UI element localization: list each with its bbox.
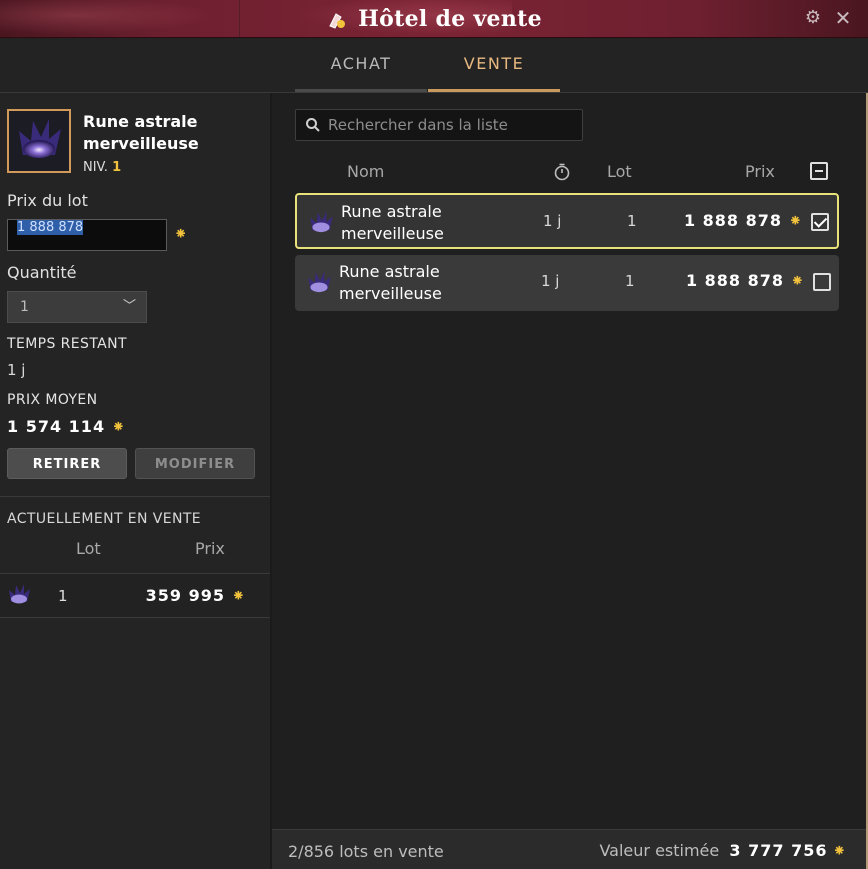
price-input-value[interactable]: 1 888 878 — [17, 220, 84, 235]
time-left-label: TEMPS RESTANT — [7, 336, 127, 352]
listing-checkbox[interactable] — [813, 273, 831, 291]
listing-row[interactable]: Rune astrale merveilleuse 1 j 1 1 888 87… — [295, 255, 839, 311]
tab-vente[interactable]: VENTE — [428, 38, 560, 92]
time-left-value: 1 j — [7, 361, 26, 379]
col-price[interactable]: Prix — [745, 162, 775, 181]
listing-time: 1 j — [541, 272, 560, 290]
quantity-label: Quantité — [7, 263, 77, 282]
listing-checkbox[interactable] — [811, 213, 829, 231]
estimated-value: Valeur estimée 3 777 756 ⁕ — [599, 841, 846, 860]
listing-price-value: 1 888 878 — [685, 271, 785, 290]
item-level: NIV. 1 — [83, 160, 121, 175]
rune-icon — [308, 271, 331, 293]
footer-bar: 2/856 lots en vente Valeur estimée 3 777… — [272, 829, 866, 869]
listing-price: 1 888 878 ⁕ — [686, 271, 805, 290]
kama-icon: ⁕ — [790, 271, 805, 290]
title-wrap: Hôtel de vente — [0, 0, 868, 38]
rune-icon — [19, 119, 61, 158]
current-sales-col-price: Prix — [195, 539, 225, 558]
kama-icon: ⁕ — [174, 224, 188, 243]
current-sale-row[interactable]: 1 359 995 ⁕ — [0, 574, 270, 618]
sell-form-panel: Rune astrale merveilleuse NIV. 1 Prix du… — [0, 93, 271, 869]
current-sales-heading: ACTUELLEMENT EN VENTE — [7, 511, 202, 527]
avg-price-label: PRIX MOYEN — [7, 392, 98, 408]
col-name[interactable]: Nom — [347, 162, 384, 181]
current-sale-lot: 1 — [58, 587, 68, 605]
listing-price-value: 1 888 878 — [683, 211, 783, 230]
chevron-down-icon: ﹀ — [122, 299, 136, 314]
rune-icon — [310, 211, 333, 233]
listing-name: Rune astrale merveilleuse — [341, 202, 444, 243]
quantity-select[interactable]: 1 ﹀ — [7, 291, 147, 323]
divider — [0, 496, 270, 497]
item-name: Rune astrale merveilleuse — [83, 112, 199, 153]
auction-icon — [329, 13, 346, 29]
window-title: Hôtel de vente — [358, 6, 542, 32]
quantity-value: 1 — [20, 299, 29, 315]
kama-icon: ⁕ — [231, 586, 246, 605]
listing-price: 1 888 878 ⁕ — [684, 211, 803, 230]
item-icon-frame — [7, 109, 71, 173]
current-sale-price: 359 995 ⁕ — [146, 586, 246, 605]
listing-time: 1 j — [543, 212, 562, 230]
listing-lot: 1 — [627, 212, 637, 230]
divider — [0, 617, 270, 618]
listing-lot: 1 — [625, 272, 635, 290]
remove-button[interactable]: RETIRER — [7, 448, 127, 479]
item-level-value: 1 — [112, 160, 122, 175]
avg-price: 1 574 114 ⁕ — [7, 417, 126, 436]
listing-panel: Rechercher dans la liste Nom Lot Prix Ru… — [272, 93, 866, 869]
item-level-label: NIV. — [83, 160, 108, 175]
kama-icon: ⁕ — [111, 417, 127, 436]
current-sale-price-value: 359 995 — [145, 586, 226, 605]
search-input[interactable]: Rechercher dans la liste — [295, 109, 583, 141]
timer-icon[interactable] — [553, 163, 571, 181]
avg-price-value: 1 574 114 — [7, 417, 106, 436]
listing-name: Rune astrale merveilleuse — [339, 262, 442, 303]
price-label: Prix du lot — [7, 191, 88, 210]
gear-icon[interactable]: ⚙ — [802, 7, 824, 29]
modify-button[interactable]: MODIFIER — [135, 448, 255, 479]
title-bar: Hôtel de vente ⚙ ✕ — [0, 0, 868, 38]
kama-icon: ⁕ — [832, 841, 846, 860]
search-icon — [306, 118, 320, 132]
lots-count: 2/856 lots en vente — [288, 842, 444, 861]
rune-icon — [9, 584, 30, 604]
price-input[interactable]: 1 888 878 — [7, 219, 167, 251]
col-lot[interactable]: Lot — [607, 162, 632, 181]
tab-achat[interactable]: ACHAT — [295, 38, 427, 92]
select-all-checkbox[interactable] — [810, 162, 828, 180]
close-icon[interactable]: ✕ — [832, 7, 854, 29]
estimated-value-label: Valeur estimée — [599, 841, 720, 860]
search-placeholder: Rechercher dans la liste — [328, 116, 508, 134]
tabs-bar: ACHAT VENTE — [0, 38, 868, 93]
kama-icon: ⁕ — [788, 211, 803, 230]
listing-row[interactable]: Rune astrale merveilleuse 1 j 1 1 888 87… — [295, 193, 839, 249]
current-sales-col-lot: Lot — [76, 539, 101, 558]
estimated-value-amount: 3 777 756 — [729, 841, 828, 860]
